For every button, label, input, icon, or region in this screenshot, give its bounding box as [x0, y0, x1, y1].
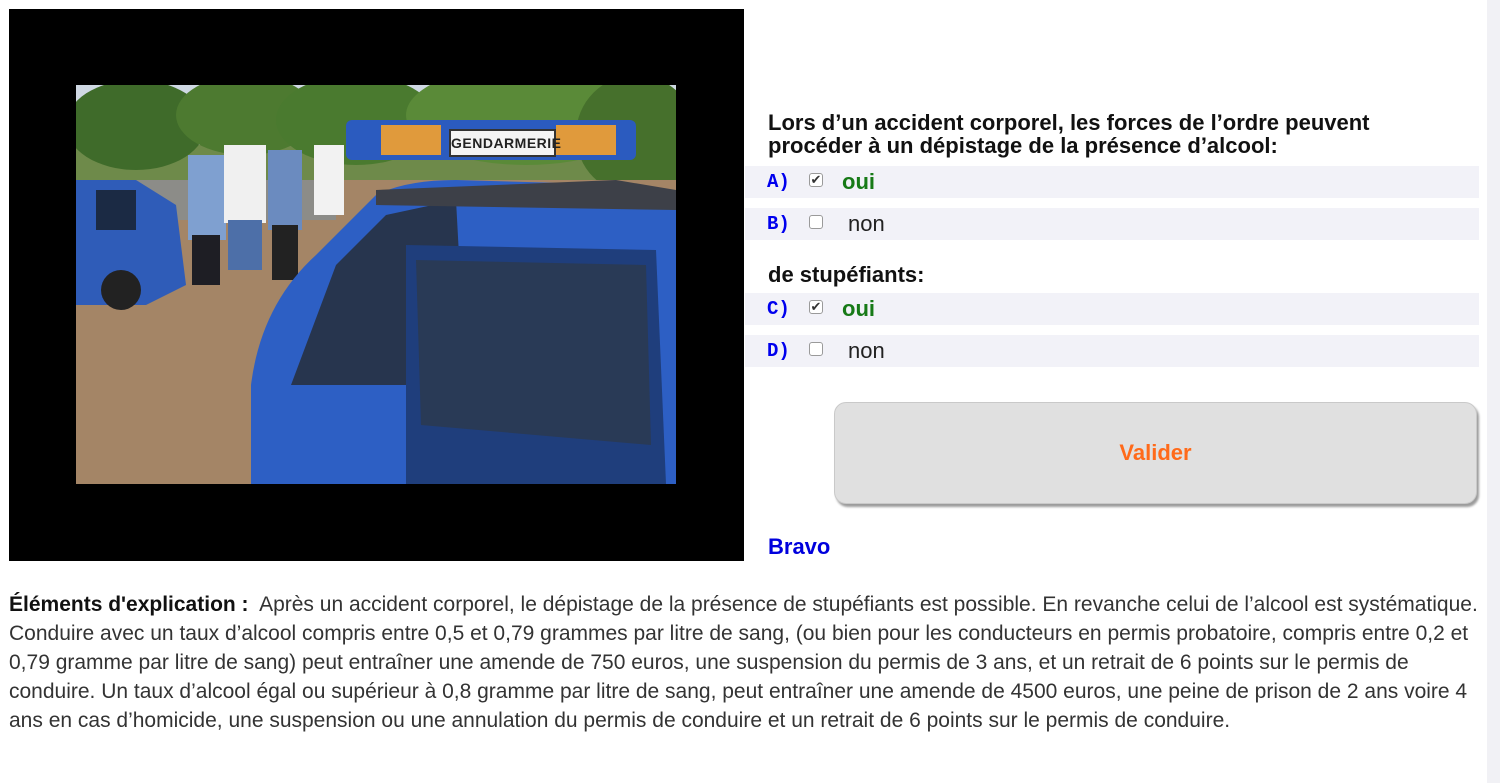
answer-label: non: [848, 211, 885, 236]
validate-button[interactable]: Valider: [834, 402, 1477, 504]
answer-letter: D): [767, 340, 790, 362]
answer-checkbox[interactable]: [809, 215, 823, 229]
right-gutter: [1487, 0, 1500, 783]
answer-label: oui: [842, 296, 875, 321]
answer-letter: A): [767, 171, 790, 193]
answer-option-c[interactable]: C) ✔ oui: [745, 293, 1479, 325]
answer-letter: C): [767, 298, 790, 320]
answer-checkbox[interactable]: ✔: [809, 173, 823, 187]
answer-label: non: [848, 338, 885, 363]
sub-question-text: de stupéfiants:: [768, 262, 925, 287]
answer-label: oui: [842, 169, 875, 194]
answer-option-d[interactable]: D) non: [745, 335, 1479, 367]
explanation-section: Éléments d'explication : Après un accide…: [9, 590, 1479, 735]
answer-option-b[interactable]: B) non: [745, 208, 1479, 240]
question-image-frame: GENDARMERIE: [9, 9, 744, 561]
question-photo: GENDARMERIE: [76, 85, 676, 484]
explanation-title: Éléments d'explication :: [9, 593, 249, 616]
feedback-message: Bravo: [768, 534, 831, 559]
gendarmerie-sign: GENDARMERIE: [449, 129, 561, 157]
answer-letter: B): [767, 213, 790, 235]
question-text: Lors d’un accident corporel, les forces …: [768, 110, 1370, 158]
answer-checkbox[interactable]: ✔: [809, 300, 823, 314]
answer-option-a[interactable]: A) ✔ oui: [745, 166, 1479, 198]
answer-checkbox[interactable]: [809, 342, 823, 356]
gendarmerie-scene-illustration: [76, 85, 676, 484]
